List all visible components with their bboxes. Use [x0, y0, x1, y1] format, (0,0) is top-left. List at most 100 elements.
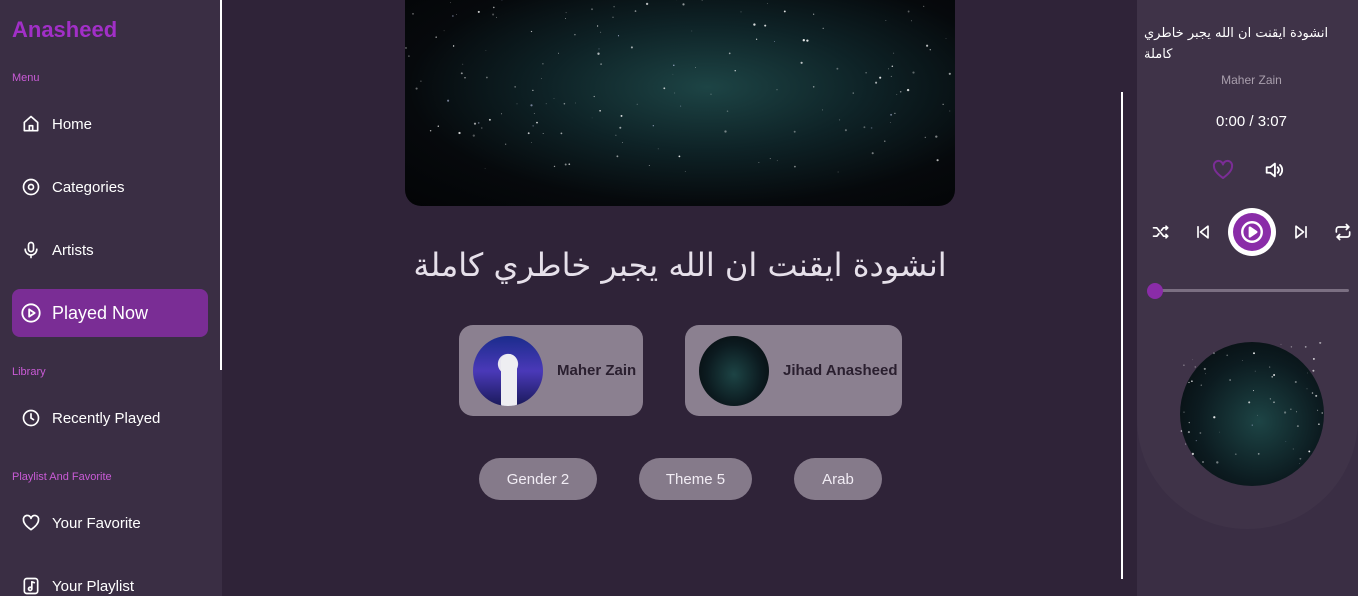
sidebar-item-label: Played Now	[52, 302, 149, 323]
star	[532, 89, 534, 91]
star	[450, 2, 452, 4]
sidebar-item-categories[interactable]: Categories	[12, 163, 208, 211]
home-icon	[20, 113, 42, 135]
favorite-heart-icon[interactable]	[1211, 158, 1235, 182]
star	[1213, 352, 1215, 355]
next-track-icon[interactable]	[1291, 222, 1311, 242]
star	[891, 65, 894, 68]
star	[894, 112, 896, 115]
star	[865, 72, 867, 74]
star	[619, 126, 622, 129]
artist-avatar	[699, 335, 769, 406]
star	[620, 114, 623, 117]
star	[888, 68, 889, 70]
star	[597, 25, 599, 27]
star	[437, 125, 440, 127]
star	[774, 41, 775, 43]
volume-icon[interactable]	[1263, 159, 1285, 181]
sidebar-item-home[interactable]: Home	[12, 100, 208, 148]
now-playing-panel: انشودة ايقنت ان الله يجبر خاطري كاملة Ma…	[1137, 0, 1358, 596]
star	[412, 13, 414, 15]
star	[890, 75, 892, 77]
star	[758, 162, 760, 163]
star	[452, 15, 454, 17]
star	[1295, 411, 1298, 413]
album-disc-image	[1180, 342, 1324, 486]
star	[1269, 366, 1271, 368]
star	[458, 131, 461, 135]
star	[630, 46, 633, 49]
star	[492, 13, 495, 16]
star	[516, 103, 518, 105]
star	[839, 119, 841, 121]
disc-icon	[20, 176, 42, 198]
tag-gender[interactable]: Gender 2	[479, 458, 597, 500]
artist-card-jihad-anasheed[interactable]: Jihad Anasheed	[685, 325, 902, 416]
sidebar-item-your-playlist[interactable]: Your Playlist	[12, 562, 208, 596]
star	[1298, 463, 1300, 465]
star	[616, 155, 619, 158]
star	[545, 103, 547, 105]
seek-bar[interactable]	[1155, 289, 1349, 292]
star	[1256, 414, 1258, 416]
sidebar-item-played-now[interactable]: Played Now	[12, 289, 208, 337]
play-button[interactable]	[1228, 208, 1276, 256]
star	[1219, 431, 1220, 433]
star	[695, 66, 696, 68]
star	[500, 113, 503, 115]
star	[812, 86, 815, 88]
star	[597, 52, 600, 55]
star	[530, 142, 532, 143]
app-logo[interactable]: Anasheed	[12, 17, 117, 43]
star	[691, 30, 693, 32]
star	[1199, 432, 1202, 434]
star	[1248, 401, 1251, 404]
star	[863, 126, 866, 129]
star	[568, 163, 571, 166]
star	[893, 52, 895, 54]
sidebar-item-label: Categories	[52, 178, 125, 196]
star	[652, 125, 654, 127]
shuffle-icon[interactable]	[1151, 222, 1171, 242]
tag-language[interactable]: Arab	[794, 458, 882, 500]
tag-theme[interactable]: Theme 5	[639, 458, 752, 500]
artist-card-maher-zain[interactable]: Maher Zain	[459, 325, 643, 416]
repeat-icon[interactable]	[1333, 222, 1353, 242]
star	[536, 121, 538, 124]
star	[1185, 443, 1187, 445]
star	[776, 160, 778, 162]
seek-bar-thumb[interactable]	[1147, 283, 1163, 299]
player-song-title: انشودة ايقنت ان الله يجبر خاطري كاملة	[1144, 26, 1329, 62]
star	[542, 132, 544, 135]
sidebar-item-your-favorite[interactable]: Your Favorite	[12, 499, 208, 547]
star	[871, 152, 874, 155]
star	[1203, 367, 1206, 370]
star	[1200, 384, 1202, 386]
previous-track-icon[interactable]	[1193, 222, 1213, 242]
sidebar-item-recently-played[interactable]: Recently Played	[12, 394, 208, 442]
star	[591, 8, 593, 11]
microphone-icon	[20, 239, 42, 261]
main-content: انشودة ايقنت ان الله يجبر خاطري كاملة Ma…	[222, 0, 1122, 596]
star	[473, 122, 477, 125]
star	[408, 55, 410, 57]
star	[1194, 366, 1197, 368]
star	[776, 89, 778, 91]
star	[420, 80, 422, 82]
star	[460, 72, 463, 75]
star	[1205, 373, 1206, 375]
star	[907, 10, 910, 13]
star	[890, 113, 893, 116]
artist-name: Jihad Anasheed	[783, 362, 898, 379]
star	[527, 132, 530, 135]
star	[926, 44, 929, 47]
star	[563, 102, 566, 105]
player-time: 0:00 / 3:07	[1216, 113, 1287, 130]
star	[923, 5, 925, 8]
star	[488, 118, 491, 121]
sidebar-item-artists[interactable]: Artists	[12, 226, 208, 274]
star	[1229, 379, 1231, 381]
star	[1321, 412, 1323, 414]
star	[1252, 390, 1255, 392]
star	[899, 90, 902, 93]
